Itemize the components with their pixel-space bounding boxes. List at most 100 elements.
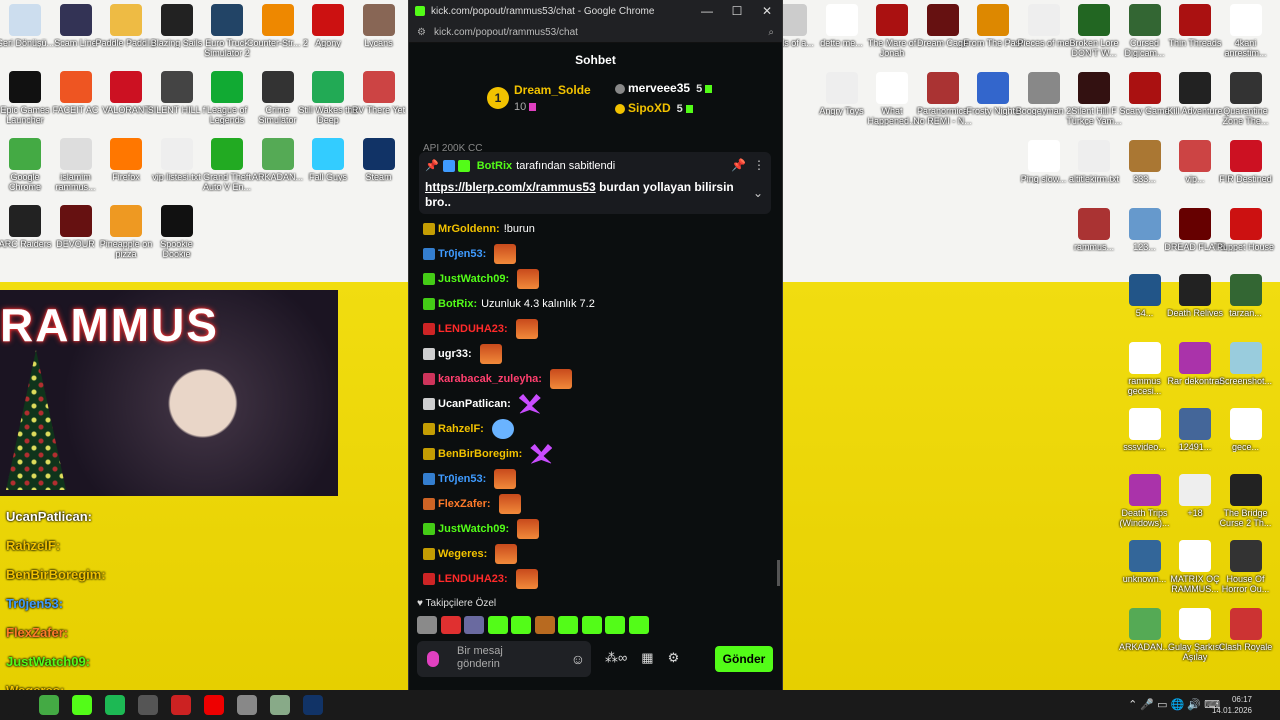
medal-icon [615, 103, 625, 114]
chat-username[interactable]: JustWatch09: [438, 523, 509, 535]
pinned-by-user[interactable]: BotRix [477, 160, 512, 172]
chat-username[interactable]: UcanPatlican: [438, 398, 511, 410]
chat-username[interactable]: RahzelF: [438, 423, 484, 435]
gifter-third-row[interactable]: SipoXD 5 [615, 101, 693, 115]
scrollbar[interactable] [777, 560, 780, 586]
start-icon[interactable] [6, 695, 26, 715]
minimize-button[interactable]: — [692, 4, 722, 18]
emote-icon[interactable] [549, 369, 572, 389]
emote-icon[interactable] [581, 616, 602, 634]
emote-icon[interactable] [511, 616, 531, 634]
desktop-icon[interactable]: The Bridge Curse 2 Th... [1215, 474, 1277, 528]
chat-username[interactable]: LENDUHA23: [438, 323, 508, 335]
desktop-icon[interactable]: Lycans [348, 4, 410, 48]
message-input[interactable]: Bir mesaj gönderin ☺ [417, 641, 591, 677]
close-button[interactable]: ✕ [752, 4, 782, 18]
emote-icon[interactable] [494, 469, 517, 489]
emote-icon[interactable] [530, 444, 553, 464]
zoom-icon[interactable]: ⌕ [768, 27, 774, 38]
desktop-icon[interactable]: House Of Horror Ou... [1215, 540, 1277, 594]
emote-icon[interactable] [491, 419, 514, 439]
top-gifters: 1 Dream_Solde 10 merveee35 5 SipoXD 5 [409, 77, 782, 129]
chat-username[interactable]: LENDUHA23: [438, 573, 508, 585]
chat-username[interactable]: Wegeres: [438, 548, 487, 560]
pinned-message[interactable]: 📌 BotRix tarafından sabitlendi 📌 ⋮ https… [419, 152, 771, 214]
emoji-icon[interactable]: ☺ [571, 651, 585, 667]
desktop-icon[interactable]: Screenshot... [1215, 342, 1277, 386]
app-icon [261, 71, 294, 103]
app-icon [59, 205, 92, 237]
emote-icon[interactable] [518, 394, 541, 414]
desktop-icon[interactable]: gece... [1215, 408, 1277, 452]
chat-username[interactable]: Tr0jen53: [438, 248, 486, 260]
desktop-icon[interactable]: RV There Yet [348, 71, 410, 115]
gifter-first-name[interactable]: Dream_Solde [514, 83, 591, 97]
youtube-icon[interactable] [204, 695, 224, 715]
app-icon [1229, 4, 1262, 36]
game-icon[interactable] [171, 695, 191, 715]
chat-title: Sohbet [575, 53, 616, 67]
chat-username[interactable]: BenBirBoregim: [438, 448, 522, 460]
spotify-icon[interactable] [105, 695, 125, 715]
obs-icon[interactable] [138, 695, 158, 715]
emote-icon[interactable] [487, 616, 508, 634]
chat-username[interactable]: MrGoldenn: [438, 223, 500, 235]
url-text[interactable]: kick.com/popout/rammus53/chat [434, 27, 578, 38]
chat-message: LENDUHA23: [423, 568, 538, 590]
clock[interactable]: 06:17 14.01.2026 [1212, 694, 1252, 716]
chat-message: ugr33: [423, 343, 502, 365]
kicks-icon[interactable]: ⁂∞ [605, 650, 627, 666]
desktop-icon[interactable]: Quarantine Zone The... [1215, 72, 1277, 126]
send-button[interactable]: Gönder [715, 646, 773, 672]
chat-username[interactable]: ugr33: [438, 348, 472, 360]
emote-icon[interactable] [479, 344, 502, 364]
emote-icon[interactable] [464, 616, 484, 634]
desktop-icon[interactable]: FIR Destined [1215, 140, 1277, 184]
app-icon [160, 205, 193, 237]
emote-icon[interactable] [515, 569, 538, 589]
desktop-icon[interactable]: Puppet House [1215, 208, 1277, 252]
address-bar[interactable]: ⚙ kick.com/popout/rammus53/chat ⌕ [409, 22, 782, 43]
kick-icon[interactable] [72, 695, 92, 715]
steam-icon[interactable] [303, 695, 323, 715]
emote-icon[interactable] [417, 616, 437, 634]
app-icon [1027, 4, 1060, 36]
maximize-button[interactable]: ☐ [722, 4, 752, 18]
emote-icon[interactable] [605, 616, 625, 634]
app-icon [1179, 540, 1211, 572]
pinned-link[interactable]: https://blerp.com/x/rammus53 [425, 180, 596, 194]
emote-icon[interactable] [498, 494, 521, 514]
tool-icon[interactable] [270, 695, 290, 715]
chat-username[interactable]: Tr0jen53: [438, 473, 486, 485]
unpin-icon[interactable]: 📌 [731, 158, 746, 172]
emote-icon[interactable] [517, 269, 540, 289]
chat-username[interactable]: BotRix: [438, 298, 477, 310]
emote-icon[interactable] [558, 616, 578, 634]
chat-username[interactable]: JustWatch09: [438, 273, 509, 285]
chat-username[interactable]: FlexZafer: [438, 498, 491, 510]
settings-icon[interactable]: ⚙ [668, 650, 680, 666]
chat-username[interactable]: karabacak_zuleyha: [438, 373, 542, 385]
emote-icon[interactable] [628, 616, 649, 634]
chrome-icon[interactable] [39, 695, 59, 715]
emote-icon[interactable] [534, 616, 555, 634]
app-icon [876, 72, 908, 104]
desktop-icon[interactable]: 4kani anrestim... [1215, 4, 1277, 58]
desktop-icon[interactable]: Spookie Dookie [146, 205, 208, 259]
app-icon[interactable] [237, 695, 257, 715]
desktop-icon[interactable]: tarzan... [1215, 274, 1277, 318]
emote-icon[interactable] [495, 544, 518, 564]
more-options-icon[interactable]: ⋮ [753, 158, 765, 172]
emote-icon[interactable] [494, 244, 517, 264]
site-settings-icon[interactable]: ⚙ [417, 27, 426, 38]
desktop-icon[interactable]: Clash Royale [1215, 608, 1277, 652]
desktop-icon[interactable]: Steam [348, 138, 410, 182]
emote-icon[interactable] [517, 519, 540, 539]
emote-icon[interactable] [515, 319, 538, 339]
chevron-down-icon[interactable]: ⌄ [753, 186, 763, 200]
gift-icon[interactable]: ▦ [641, 650, 653, 666]
emote-icon[interactable] [440, 616, 461, 634]
system-tray[interactable]: ⌃ 🎤 ▭ 🌐 🔊 ⌨ [1128, 698, 1220, 711]
mic-icon[interactable] [427, 651, 439, 667]
gifter-second-row[interactable]: merveee35 5 [615, 81, 713, 95]
